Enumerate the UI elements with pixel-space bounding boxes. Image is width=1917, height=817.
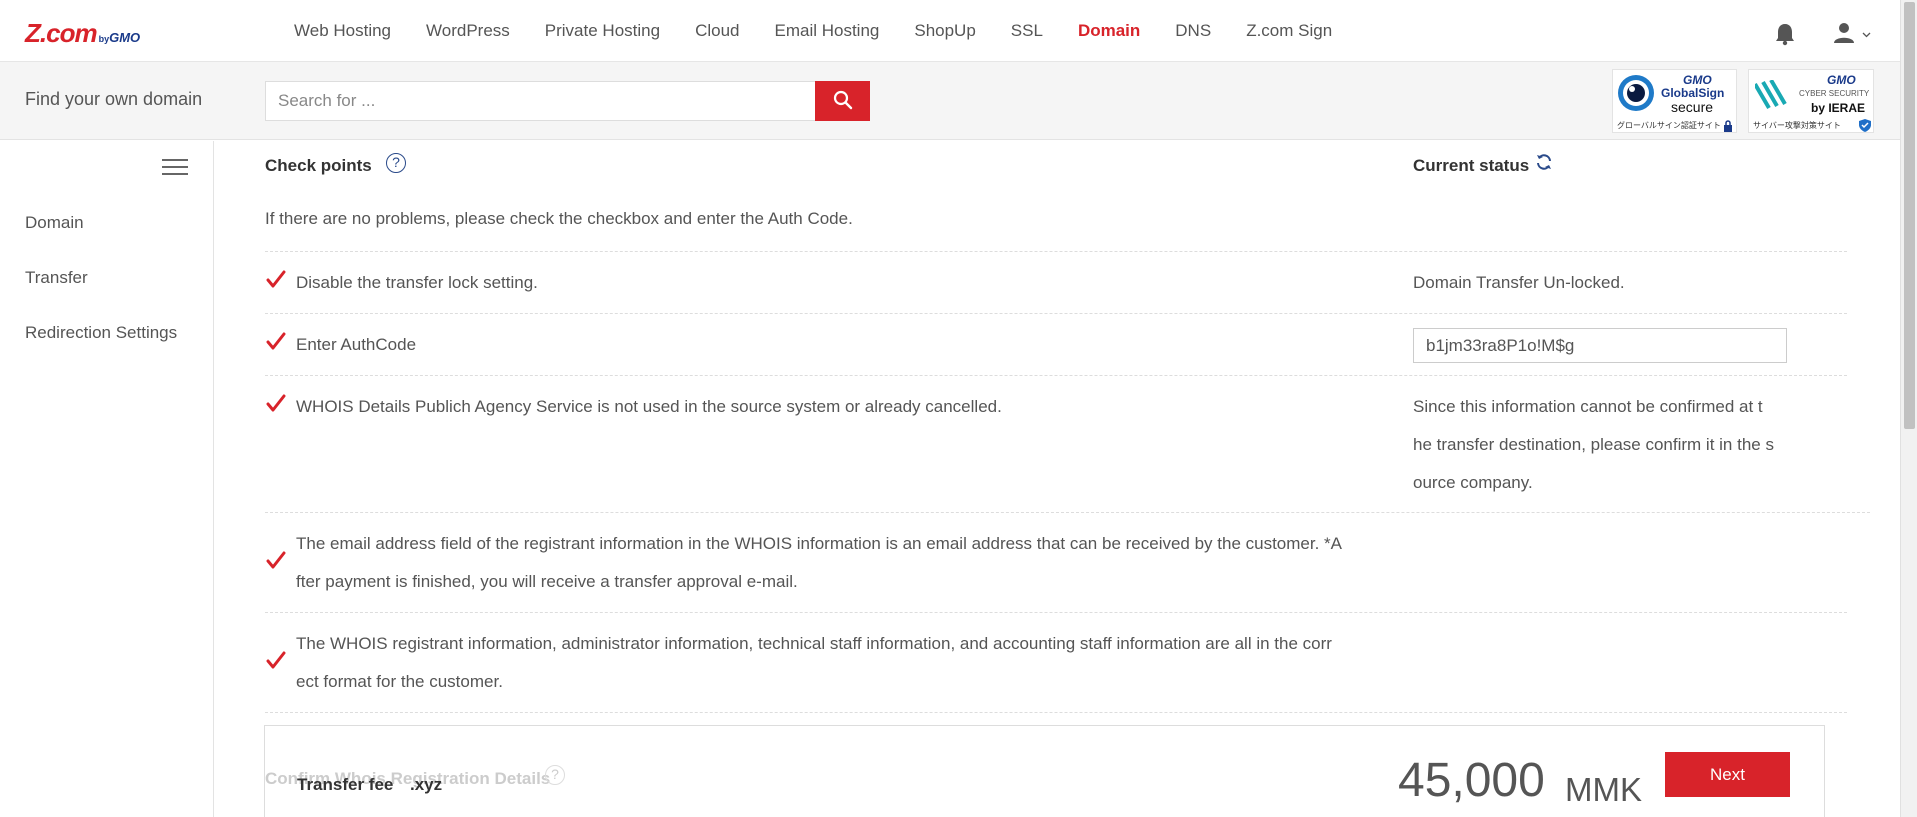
search-button[interactable]	[815, 81, 870, 121]
help-icon[interactable]: ?	[386, 153, 406, 173]
globalsign-seal[interactable]: GMO GlobalSign secure グローバルサイン認証サイト	[1612, 69, 1737, 133]
whois-agency-status-line-3: ource company.	[1413, 473, 1533, 492]
row-whois-format-line-1: The WHOIS registrant information, admini…	[296, 634, 1332, 653]
zcom-logo[interactable]: Z.com by GMO	[25, 18, 140, 49]
chevron-down-icon	[1862, 25, 1871, 43]
transfer-fee-currency: MMK	[1565, 771, 1642, 808]
divider	[265, 313, 1847, 314]
sidebar-item-domain[interactable]: Domain	[25, 213, 84, 233]
ierae-brand: GMO	[1827, 73, 1856, 87]
globalsign-eye-icon	[1617, 74, 1655, 117]
sidebar-item-transfer[interactable]: Transfer	[25, 268, 88, 288]
ierae-name: by IERAE	[1811, 101, 1866, 115]
user-menu[interactable]	[1832, 22, 1872, 46]
intro-text: If there are no problems, please check t…	[265, 209, 853, 228]
nav-cloud[interactable]: Cloud	[695, 21, 739, 41]
checkbox-transfer-lock[interactable]	[265, 269, 287, 291]
divider	[265, 512, 1870, 513]
transfer-lock-status: Domain Transfer Un-locked.	[1413, 273, 1625, 292]
domain-search-input[interactable]	[265, 81, 817, 121]
divider	[265, 612, 1847, 613]
domain-search-bar: Find your own domain GMO GlobalSign secu…	[0, 62, 1900, 140]
checkbox-whois-email[interactable]	[265, 550, 287, 572]
hamburger-menu-icon[interactable]	[162, 159, 188, 177]
globalsign-caption: グローバルサイン認証サイト	[1617, 121, 1721, 130]
row-whois-email-line-2: fter payment is finished, you will recei…	[296, 572, 798, 591]
main-menu: Web Hosting WordPress Private Hosting Cl…	[294, 0, 1367, 62]
check-points-heading: Check points	[265, 156, 372, 175]
bell-icon[interactable]	[1774, 22, 1796, 46]
checkbox-authcode[interactable]	[265, 331, 287, 353]
transfer-fee-tld: .xyz	[410, 775, 443, 794]
row-transfer-lock-text: Disable the transfer lock setting.	[296, 273, 538, 292]
page-scrollbar[interactable]	[1900, 0, 1917, 817]
checkbox-whois-format[interactable]	[265, 650, 287, 672]
logo-gmo: GMO	[109, 30, 141, 45]
row-whois-agency-text: WHOIS Details Publich Agency Service is …	[296, 397, 1002, 416]
transfer-fee-price: 45,000	[1398, 754, 1545, 807]
sidebar-item-redirection-settings[interactable]: Redirection Settings	[25, 323, 177, 343]
shield-check-icon	[1859, 119, 1871, 137]
ierae-seal[interactable]: GMO CYBER SECURITY by IERAE サイバー攻撃対策サイト	[1748, 69, 1874, 133]
transfer-fee-label: Transfer fee	[297, 775, 394, 794]
divider	[265, 375, 1847, 376]
user-icon	[1832, 20, 1856, 49]
globalsign-secure: secure	[1671, 99, 1714, 115]
search-icon	[833, 90, 853, 113]
lock-icon	[1723, 119, 1733, 137]
nav-dns[interactable]: DNS	[1175, 21, 1211, 41]
nav-shopup[interactable]: ShopUp	[914, 21, 975, 41]
logo-by: by	[98, 34, 110, 44]
sidebar: Domain Transfer Redirection Settings	[0, 141, 214, 817]
nav-web-hosting[interactable]: Web Hosting	[294, 21, 391, 41]
divider	[265, 251, 1847, 252]
current-status-heading: Current status	[1413, 156, 1530, 175]
nav-wordpress[interactable]: WordPress	[426, 21, 510, 41]
authcode-input[interactable]	[1413, 328, 1787, 363]
ierae-cyber-security: CYBER SECURITY	[1799, 89, 1870, 98]
row-whois-email-line-1: The email address field of the registran…	[296, 534, 1343, 553]
nav-ssl[interactable]: SSL	[1011, 21, 1043, 41]
find-domain-label: Find your own domain	[25, 89, 203, 109]
next-button[interactable]: Next	[1665, 752, 1790, 797]
row-authcode-text: Enter AuthCode	[296, 335, 417, 354]
checkbox-whois-agency[interactable]	[265, 393, 287, 415]
whois-agency-status-line-1: Since this information cannot be confirm…	[1413, 397, 1763, 416]
whois-help-icon[interactable]: ?	[545, 765, 565, 785]
ierae-stripes-icon	[1753, 78, 1791, 115]
row-whois-format-line-2: ect format for the customer.	[296, 672, 503, 691]
nav-zcom-sign[interactable]: Z.com Sign	[1246, 21, 1332, 41]
whois-agency-status-line-2: he transfer destination, please confirm …	[1413, 435, 1774, 454]
globalsign-brand: GMO	[1683, 73, 1712, 87]
transfer-check-panel: Check points ? Current status If there a…	[215, 141, 1900, 817]
refresh-icon[interactable]	[1535, 153, 1553, 176]
nav-domain[interactable]: Domain	[1078, 21, 1140, 41]
nav-private-hosting[interactable]: Private Hosting	[545, 21, 660, 41]
divider	[265, 712, 1847, 713]
ierae-caption: サイバー攻撃対策サイト	[1753, 121, 1841, 130]
nav-email-hosting[interactable]: Email Hosting	[774, 21, 879, 41]
top-navigation: Z.com by GMO Web Hosting WordPress Priva…	[0, 0, 1900, 62]
logo-text: Z.com	[25, 18, 98, 48]
scrollbar-thumb[interactable]	[1904, 2, 1915, 429]
